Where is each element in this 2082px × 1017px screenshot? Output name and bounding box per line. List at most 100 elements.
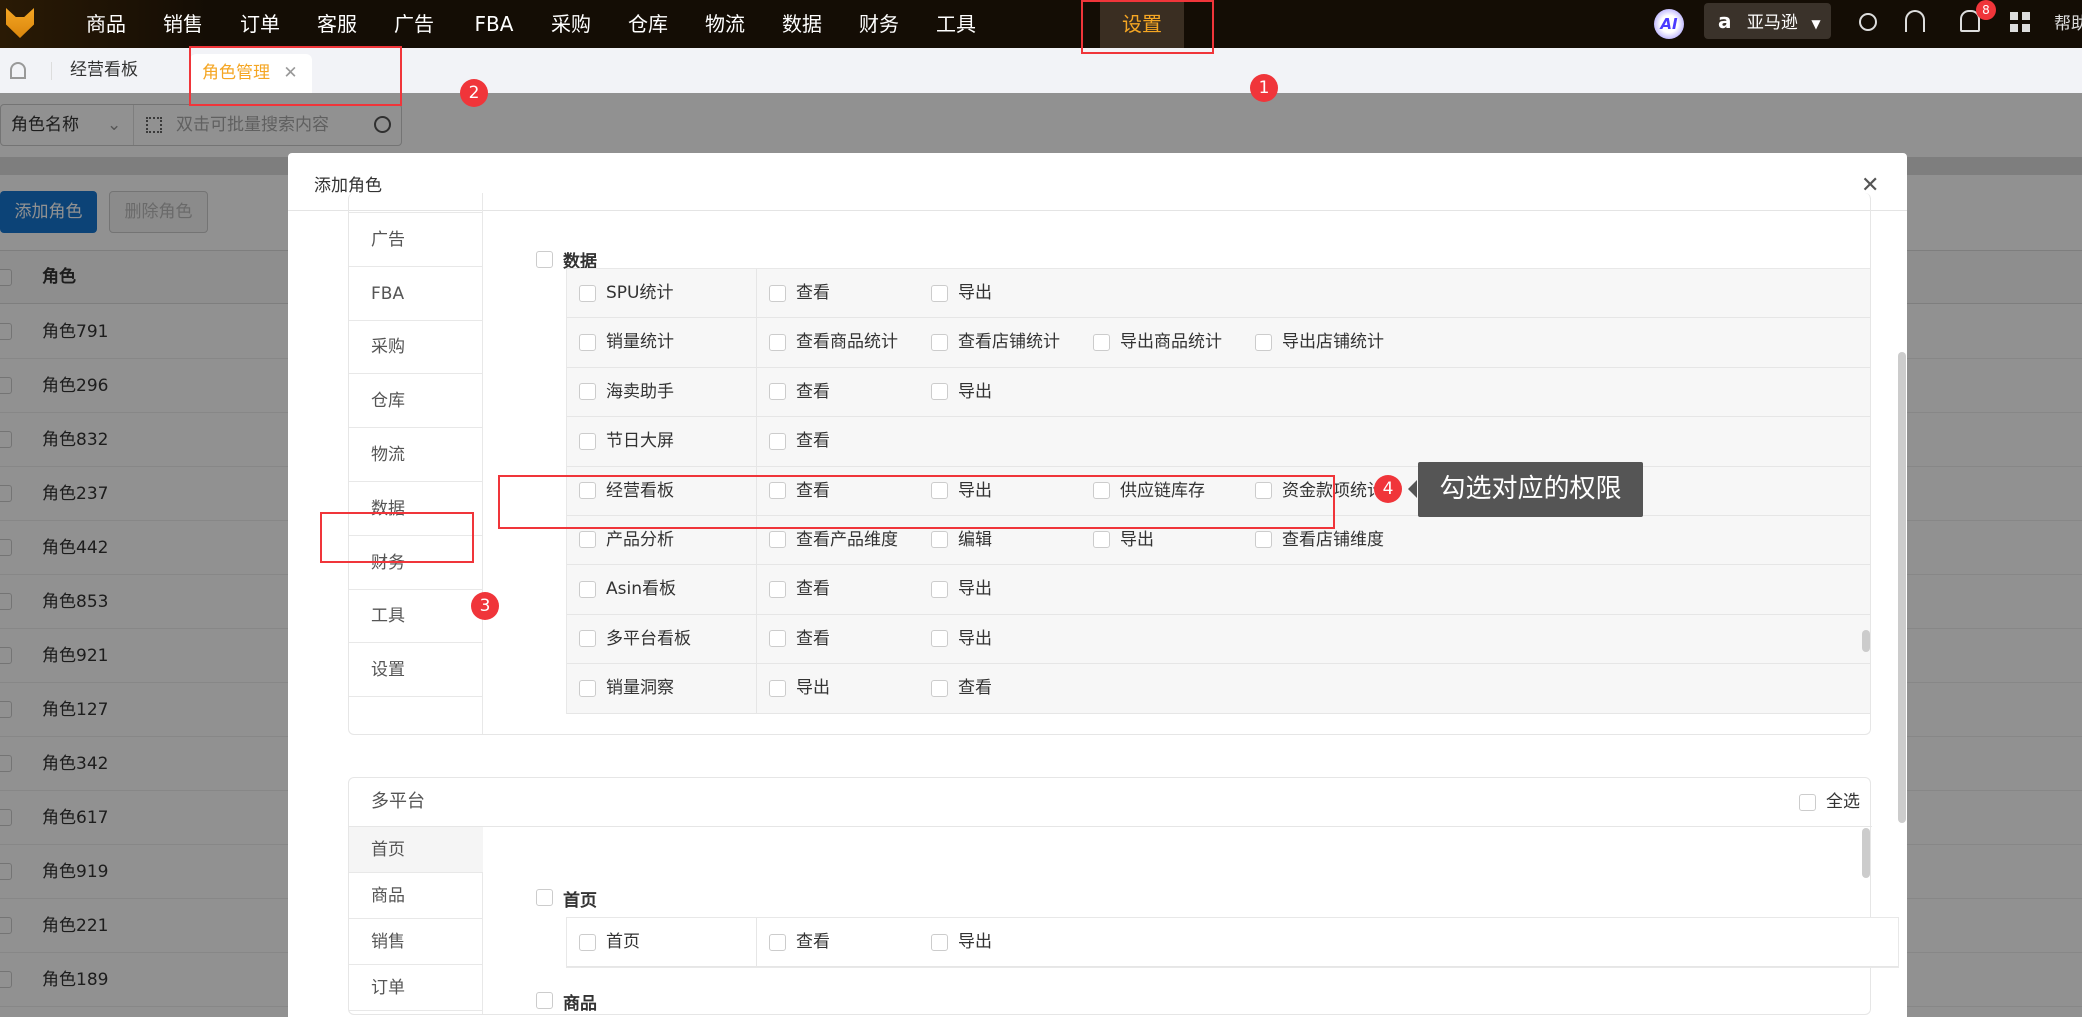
permission-checkbox[interactable]: 导出商品统计 bbox=[1093, 318, 1222, 367]
menu-item[interactable]: 采购 bbox=[349, 320, 483, 375]
amazon-icon: a bbox=[1718, 9, 1732, 33]
permission-checkbox[interactable]: 查看店铺维度 bbox=[1255, 516, 1384, 565]
panel-title: 多平台 bbox=[371, 791, 425, 812]
permission-checkbox[interactable]: 查看 bbox=[769, 467, 830, 516]
menu-item[interactable]: 广告 bbox=[349, 213, 483, 267]
permission-checkbox[interactable]: 导出 bbox=[931, 368, 992, 417]
group-checkbox[interactable] bbox=[536, 992, 553, 1009]
step-badge-4: 4 bbox=[1374, 475, 1402, 503]
menu-item[interactable]: 订单 bbox=[349, 965, 483, 1011]
permission-row: SPU统计 查看 导出 bbox=[567, 269, 1870, 319]
module-checkbox[interactable]: 首页 bbox=[567, 918, 757, 967]
platform-select[interactable]: a 亚马逊 ▼ bbox=[1704, 3, 1831, 39]
nav-item[interactable]: 客服 bbox=[317, 0, 357, 48]
permission-checkbox[interactable]: 查看 bbox=[769, 269, 830, 318]
permission-checkbox[interactable]: 查看 bbox=[769, 417, 830, 466]
tab-role-management[interactable]: 角色管理 ✕ bbox=[190, 54, 312, 93]
ai-icon[interactable]: AI bbox=[1654, 9, 1684, 39]
menu-item[interactable]: 首页 bbox=[349, 827, 483, 873]
permission-row: 节日大屏 查看 bbox=[567, 417, 1870, 467]
divider bbox=[349, 826, 1872, 827]
add-role-modal: 添加角色 ✕ 首版广告FBA采购仓库物流数据财务工具设置 数据 SPU统计查看导… bbox=[288, 153, 1907, 1017]
tab-dashboard[interactable]: 经营看板 bbox=[70, 48, 138, 93]
select-all[interactable]: 全选 bbox=[1799, 778, 1860, 826]
tab-bar: 经营看板 角色管理 ✕ bbox=[0, 48, 2082, 93]
permission-row: 销量统计 查看商品统计 查看店铺统计 导出商品统计 导出店铺统计 bbox=[567, 318, 1870, 368]
permission-checkbox[interactable]: 查看商品统计 bbox=[769, 318, 898, 367]
nav-item[interactable]: 广告 bbox=[394, 0, 434, 48]
menu-item[interactable]: 工具 bbox=[349, 589, 483, 644]
permission-checkbox[interactable]: 导出 bbox=[769, 664, 830, 713]
permission-checkbox[interactable]: 导出店铺统计 bbox=[1255, 318, 1384, 367]
menu-item[interactable]: 物流 bbox=[349, 428, 483, 482]
permission-row: 海卖助手 查看 导出 bbox=[567, 367, 1870, 418]
nav-item[interactable]: 订单 bbox=[240, 0, 280, 48]
headset-icon[interactable] bbox=[1905, 10, 1925, 32]
permission-row: 产品分析 查看产品维度 编辑 导出 查看店铺维度 bbox=[567, 515, 1870, 566]
close-icon[interactable]: ✕ bbox=[283, 63, 297, 83]
menu-item[interactable]: 仓库 bbox=[349, 374, 483, 429]
permission-checkbox[interactable]: 资金款项统计 bbox=[1255, 467, 1384, 516]
module-checkbox[interactable]: 销量洞察 bbox=[567, 664, 757, 713]
menu-item[interactable]: FBA bbox=[349, 267, 483, 321]
permission-checkbox[interactable]: 查看 bbox=[769, 368, 830, 417]
inner-scrollbar[interactable] bbox=[1862, 630, 1870, 652]
menu-item[interactable]: 数据 bbox=[349, 482, 483, 536]
menu-item[interactable]: 销售 bbox=[349, 919, 483, 965]
nav-item[interactable]: 采购 bbox=[551, 0, 591, 48]
module-checkbox[interactable]: 产品分析 bbox=[567, 515, 757, 565]
permission-row: Asin看板 查看 导出 bbox=[567, 565, 1870, 615]
module-checkbox[interactable]: 销量统计 bbox=[567, 318, 757, 367]
module-checkbox[interactable]: Asin看板 bbox=[567, 565, 757, 614]
permission-checkbox[interactable]: 导出 bbox=[931, 918, 992, 967]
menu-item[interactable]: 商品 bbox=[349, 873, 483, 919]
group-checkbox[interactable] bbox=[536, 889, 553, 906]
notification-badge: 8 bbox=[1976, 0, 1996, 20]
permission-checkbox[interactable]: 导出 bbox=[931, 467, 992, 516]
nav-item[interactable]: 商品 bbox=[86, 0, 126, 48]
tab-divider bbox=[51, 62, 52, 80]
permission-checkbox[interactable]: 查看产品维度 bbox=[769, 516, 898, 565]
permission-checkbox[interactable]: 导出 bbox=[1093, 516, 1154, 565]
menu-item[interactable]: 设置 bbox=[349, 643, 483, 698]
permission-row: 销量洞察 导出 查看 bbox=[567, 664, 1870, 714]
help-link[interactable]: 帮助 bbox=[2054, 0, 2082, 48]
module-checkbox[interactable]: 经营看板 bbox=[567, 466, 757, 515]
module-checkbox[interactable]: 多平台看板 bbox=[567, 614, 757, 664]
permission-panel-multiplatform: 多平台 全选 首页 商品 销售 订单 首页 首页 查看 导出 商品 bbox=[348, 777, 1899, 1015]
menu-item[interactable]: 财务 bbox=[349, 536, 483, 590]
permission-checkbox[interactable]: 导出 bbox=[931, 565, 992, 614]
permission-row: 多平台看板 查看 导出 bbox=[567, 614, 1870, 665]
nav-item[interactable]: 销售 bbox=[163, 0, 203, 48]
step-badge-3: 3 bbox=[471, 592, 499, 620]
fox-logo[interactable] bbox=[6, 8, 34, 38]
nav-item[interactable]: 设置 bbox=[1100, 0, 1184, 48]
home-icon[interactable] bbox=[10, 62, 26, 79]
nav-item[interactable]: 物流 bbox=[705, 0, 745, 48]
permission-checkbox[interactable]: 查看 bbox=[769, 565, 830, 614]
search-icon[interactable] bbox=[1859, 13, 1877, 31]
permission-checkbox[interactable]: 查看 bbox=[931, 664, 992, 713]
module-checkbox[interactable]: SPU统计 bbox=[567, 269, 757, 318]
nav-item[interactable]: 财务 bbox=[859, 0, 899, 48]
permission-checkbox[interactable]: 查看店铺统计 bbox=[931, 318, 1060, 367]
permission-checkbox[interactable]: 查看 bbox=[769, 918, 830, 967]
nav-item[interactable]: FBA bbox=[475, 0, 514, 48]
permission-checkbox[interactable]: 导出 bbox=[931, 269, 992, 318]
module-checkbox[interactable]: 节日大屏 bbox=[567, 417, 757, 466]
permission-checkbox[interactable]: 供应链库存 bbox=[1093, 467, 1205, 516]
inner-scrollbar[interactable] bbox=[1862, 828, 1870, 878]
nav-item[interactable]: 仓库 bbox=[628, 0, 668, 48]
permission-checkbox[interactable]: 编辑 bbox=[931, 516, 992, 565]
menu-item[interactable]: 首版 bbox=[349, 193, 483, 213]
nav-item[interactable]: 数据 bbox=[782, 0, 822, 48]
permission-checkbox[interactable]: 导出 bbox=[931, 615, 992, 664]
permission-row: 首页 查看 导出 bbox=[567, 918, 1898, 968]
modal-scrollbar[interactable] bbox=[1898, 352, 1906, 823]
section-checkbox[interactable] bbox=[536, 251, 553, 268]
permission-checkbox[interactable]: 查看 bbox=[769, 615, 830, 664]
apps-grid-icon[interactable] bbox=[2010, 12, 2030, 32]
nav-item[interactable]: 工具 bbox=[936, 0, 976, 48]
module-checkbox[interactable]: 海卖助手 bbox=[567, 367, 757, 417]
caret-down-icon: ▼ bbox=[1811, 17, 1821, 31]
